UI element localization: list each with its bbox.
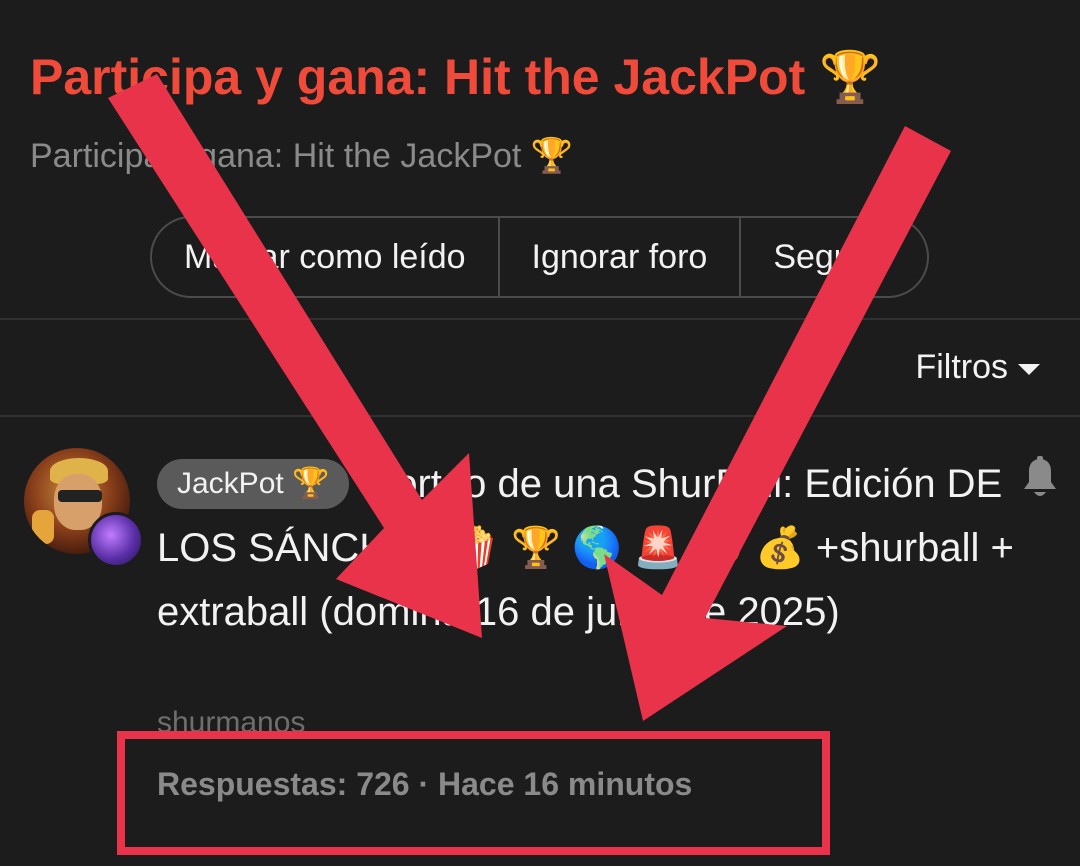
forum-action-buttons: Marcar como leído Ignorar foro Seguir [150,216,929,298]
caret-down-icon [1018,364,1040,375]
follow-button[interactable]: Seguir [739,218,903,296]
topic-prefix-badge[interactable]: JackPot 🏆 [157,459,350,509]
forum-title: Participa y gana: Hit the JackPot 🏆 [30,49,882,105]
last-poster-avatar[interactable] [88,512,144,568]
topic-title-block[interactable]: JackPot 🏆 Sorteo de una ShurBall: Edició… [157,452,1047,644]
forum-description: Participa y gana: Hit the JackPot 🏆 [30,137,574,175]
avatar-glasses [58,490,102,502]
avatar-thumb [32,510,54,544]
annotation-highlight-box [117,731,830,855]
filters-dropdown[interactable]: Filtros [915,348,1040,387]
divider [0,318,1080,320]
divider [0,415,1080,417]
ignore-forum-button[interactable]: Ignorar foro [497,218,740,296]
filters-label: Filtros [915,348,1008,386]
bell-icon[interactable] [1020,456,1060,500]
mark-read-button[interactable]: Marcar como leído [152,218,498,296]
